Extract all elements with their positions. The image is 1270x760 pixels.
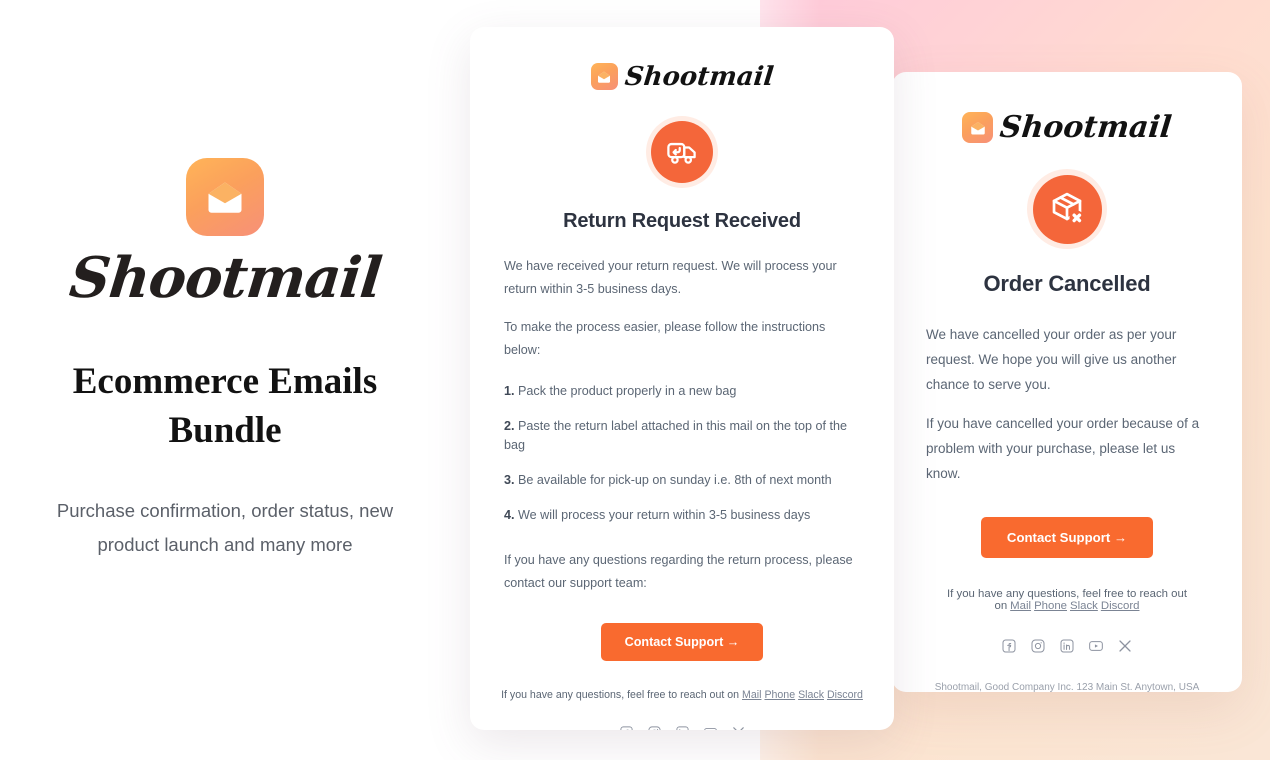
linkedin-icon[interactable] bbox=[1059, 638, 1075, 654]
youtube-icon[interactable] bbox=[703, 725, 718, 730]
channel-link-slack[interactable]: Slack bbox=[798, 689, 824, 701]
list-item: 2. Paste the return label attached in th… bbox=[504, 417, 860, 455]
channel-link-phone[interactable]: Phone bbox=[1034, 600, 1067, 612]
page-title: Ecommerce Emails Bundle bbox=[72, 360, 378, 451]
card1-paragraph-1: We have received your return request. We… bbox=[504, 259, 837, 297]
card1-status-icon-wrap bbox=[490, 116, 874, 188]
card2-icon-halo bbox=[1027, 169, 1107, 249]
step-text: Paste the return label attached in this … bbox=[504, 419, 848, 452]
channel-link-mail[interactable]: Mail bbox=[742, 689, 761, 701]
list-item: 3. Be available for pick-up on sunday i.… bbox=[504, 471, 860, 490]
channel-link-mail[interactable]: Mail bbox=[1010, 600, 1031, 612]
card2-reach-prefix: If you have any questions, feel free to … bbox=[947, 587, 1187, 612]
card1-logo-lockup: Shootmail bbox=[490, 61, 874, 92]
card1-social-links bbox=[490, 725, 874, 730]
contact-support-button[interactable]: Contact Support → bbox=[600, 623, 764, 662]
envelope-icon bbox=[962, 112, 994, 143]
card2-address: Shootmail, Good Company Inc. 123 Main St… bbox=[934, 681, 1200, 692]
card2-logo-text: Shootmail bbox=[998, 109, 1174, 145]
x-icon[interactable] bbox=[1117, 638, 1133, 654]
x-icon[interactable] bbox=[731, 725, 746, 730]
youtube-icon[interactable] bbox=[1088, 638, 1104, 654]
card1-reach-prefix: If you have any questions, feel free to … bbox=[501, 689, 740, 702]
contact-support-button[interactable]: Contact Support → bbox=[980, 516, 1154, 558]
card2-reach-line: If you have any questions, feel free to … bbox=[922, 588, 1212, 612]
brand-logo-mark bbox=[186, 157, 264, 236]
card2-paragraph-2: If you have cancelled your order because… bbox=[926, 415, 1200, 481]
list-item: 4. We will process your return within 3-… bbox=[504, 506, 860, 525]
card2-social-links bbox=[922, 638, 1212, 654]
page-subtitle: Purchase confirmation, order status, new… bbox=[56, 499, 394, 555]
instagram-icon[interactable] bbox=[647, 725, 662, 730]
step-number: 3. bbox=[504, 472, 515, 487]
poster-canvas: Shootmail Ecommerce Emails Bundle Purcha… bbox=[0, 0, 1270, 760]
card1-reach-line: If you have any questions, feel free to … bbox=[490, 689, 874, 701]
envelope-icon bbox=[203, 175, 247, 219]
facebook-icon[interactable] bbox=[1001, 638, 1017, 654]
card1-instruction-list: 1. Pack the product properly in a new ba… bbox=[490, 382, 874, 524]
facebook-icon[interactable] bbox=[619, 725, 634, 730]
card1-heading: Return Request Received bbox=[563, 210, 801, 232]
channel-link-phone[interactable]: Phone bbox=[764, 689, 795, 701]
list-item: 1. Pack the product properly in a new ba… bbox=[504, 382, 860, 401]
card2-paragraph-1: We have cancelled your order as per your… bbox=[926, 327, 1177, 392]
step-number: 2. bbox=[504, 419, 515, 434]
card1-support-note: If you have any questions regarding the … bbox=[504, 552, 853, 590]
card2-cta-wrap: Contact Support → bbox=[922, 516, 1212, 558]
step-text: Pack the product properly in a new bag bbox=[518, 384, 737, 399]
step-text: Be available for pick-up on sunday i.e. … bbox=[518, 472, 832, 487]
card1-logo-text: Shootmail bbox=[623, 61, 775, 92]
card1-paragraph-2: To make the process easier, please follo… bbox=[504, 319, 826, 357]
card2-heading: Order Cancelled bbox=[983, 271, 1151, 296]
brand-wordmark: Shootmail bbox=[66, 244, 384, 311]
return-truck-icon bbox=[651, 121, 713, 183]
channel-link-slack[interactable]: Slack bbox=[1070, 600, 1098, 612]
card2-logo-lockup: Shootmail bbox=[922, 109, 1212, 145]
channel-link-discord[interactable]: Discord bbox=[827, 689, 863, 701]
instagram-icon[interactable] bbox=[1030, 638, 1046, 654]
step-number: 4. bbox=[504, 507, 515, 522]
email-card-order-cancelled: Shootmail Order Cancelled We have cancel… bbox=[892, 72, 1242, 692]
card2-status-icon-wrap bbox=[922, 169, 1212, 249]
hero-panel: Shootmail Ecommerce Emails Bundle Purcha… bbox=[0, 0, 450, 760]
box-cancelled-icon bbox=[1032, 174, 1102, 244]
step-text: We will process your return within 3-5 b… bbox=[518, 507, 811, 522]
channel-link-discord[interactable]: Discord bbox=[1101, 600, 1140, 612]
email-card-return-request: Shootmail Return Request Received We hav… bbox=[470, 27, 894, 730]
card1-cta-wrap: Contact Support → bbox=[490, 623, 874, 662]
envelope-icon bbox=[590, 63, 618, 90]
card1-icon-halo bbox=[646, 116, 718, 188]
linkedin-icon[interactable] bbox=[675, 725, 690, 730]
step-number: 1. bbox=[504, 384, 515, 399]
